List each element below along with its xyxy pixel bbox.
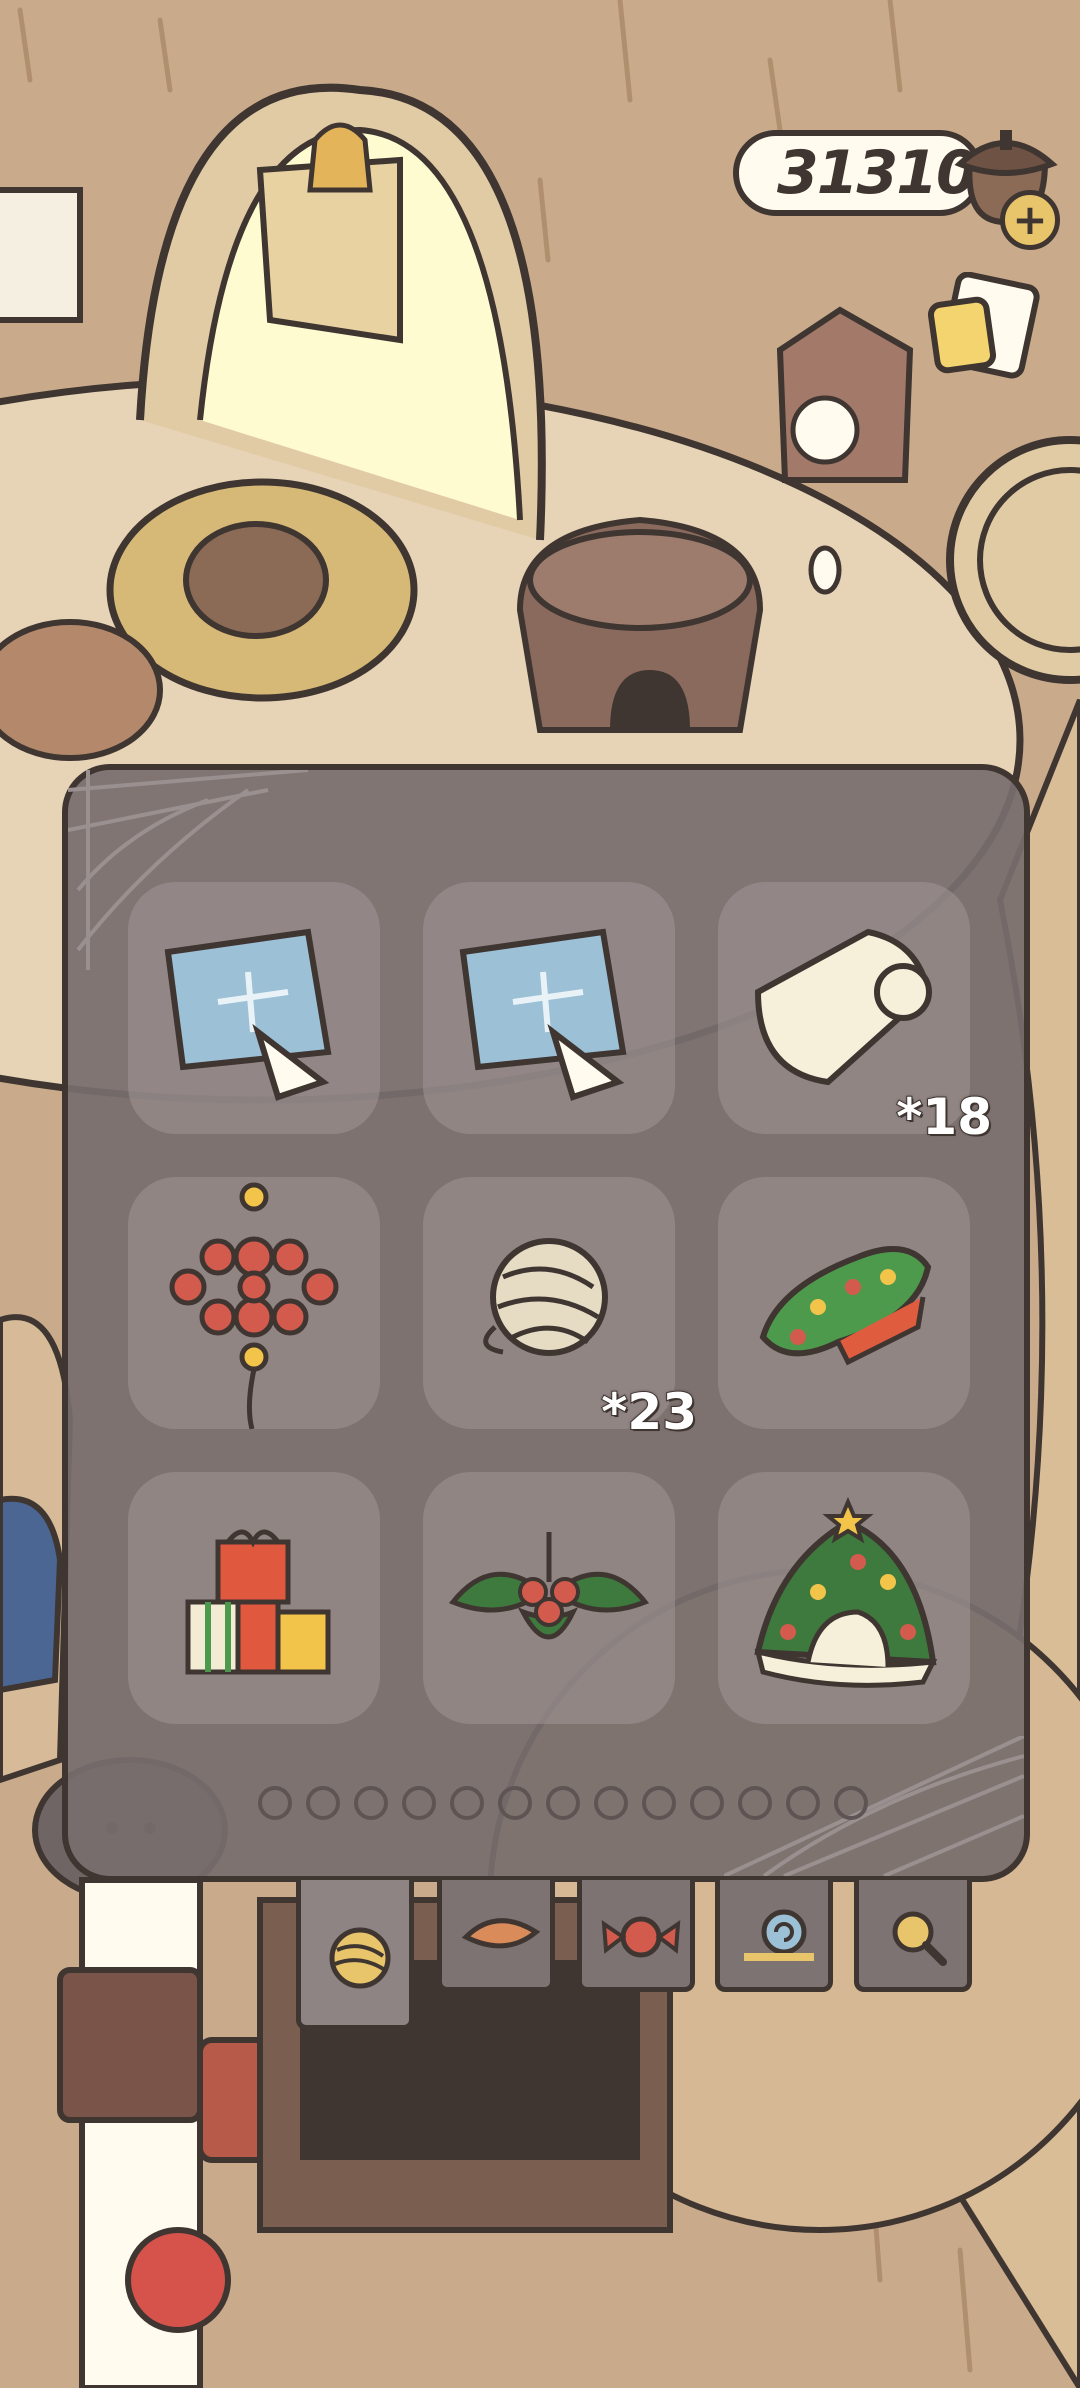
holly-icon: [448, 1532, 650, 1640]
item-count: *18: [895, 1087, 993, 1147]
inventory-slot-9[interactable]: [718, 1472, 970, 1724]
page-dot[interactable]: [258, 1786, 292, 1820]
candy-tab-icon: [601, 1916, 681, 1958]
add-currency-button[interactable]: +: [1000, 190, 1060, 250]
inventory-slot-1[interactable]: [128, 882, 380, 1134]
tab-candy[interactable]: [577, 1880, 695, 1992]
page-dot[interactable]: [786, 1786, 820, 1820]
inventory-slot-4[interactable]: [128, 1177, 380, 1429]
magnifier-tab-icon: [892, 1911, 947, 1966]
page-dot[interactable]: [354, 1786, 388, 1820]
gift-boxes-icon: [185, 1529, 331, 1675]
page-dot[interactable]: [834, 1786, 868, 1820]
page-indicator: [258, 1786, 868, 1826]
notes-button[interactable]: [928, 272, 1046, 382]
page-dot[interactable]: [690, 1786, 724, 1820]
tab-yarn[interactable]: [296, 1880, 414, 2030]
inventory-slot-8[interactable]: [423, 1472, 675, 1724]
page-dot[interactable]: [738, 1786, 772, 1820]
inventory-slot-5[interactable]: *23: [423, 1177, 698, 1442]
item-count: *23: [600, 1382, 698, 1442]
chinese-knot-icon: [169, 1182, 339, 1429]
christmas-tent-icon: [754, 1496, 938, 1688]
page-dot[interactable]: [402, 1786, 436, 1820]
inventory-slot-7[interactable]: [128, 1472, 380, 1724]
inventory-panel: *18 *23: [62, 764, 1030, 1882]
yarn-tab-icon: [329, 1927, 391, 1989]
page-dot[interactable]: [306, 1786, 340, 1820]
blueprint-icon: [164, 928, 332, 1101]
blueprint-icon: [459, 928, 627, 1101]
plus-icon: +: [1012, 195, 1048, 244]
christmas-scarf-icon: [759, 1246, 932, 1366]
inventory-slot-2[interactable]: [423, 882, 675, 1134]
page-dot[interactable]: [642, 1786, 676, 1820]
inventory-slot-3[interactable]: *18: [718, 882, 993, 1147]
tab-leaf[interactable]: [437, 1880, 555, 1992]
page-dot[interactable]: [594, 1786, 628, 1820]
tab-snail[interactable]: [715, 1880, 833, 1992]
inventory-slot-6[interactable]: [718, 1177, 970, 1429]
page-dot[interactable]: [546, 1786, 580, 1820]
page-dot[interactable]: [450, 1786, 484, 1820]
acorn-currency-display: 313107: [733, 130, 1017, 216]
snail-tab-icon: [744, 1909, 814, 1961]
leaf-tab-icon: [461, 1918, 541, 1949]
page-dot[interactable]: [498, 1786, 532, 1820]
tab-search[interactable]: [854, 1880, 972, 1992]
